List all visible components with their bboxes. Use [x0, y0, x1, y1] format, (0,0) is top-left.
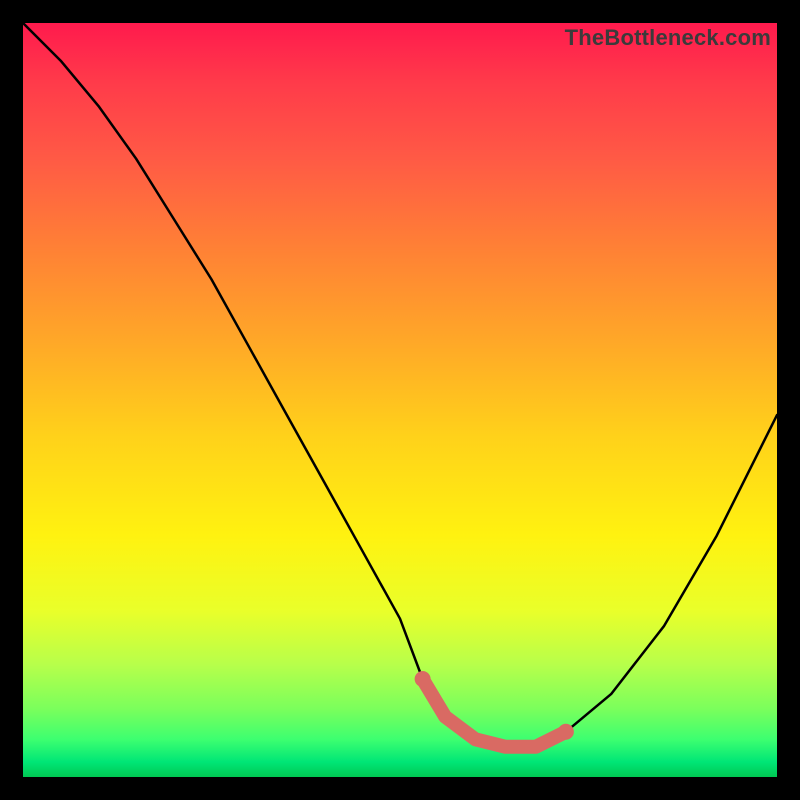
chart-frame: TheBottleneck.com [23, 23, 777, 777]
sweet-spot-start-dot [415, 671, 431, 687]
bottleneck-curve-line [23, 23, 777, 747]
sweet-spot-end-dot [558, 724, 574, 740]
sweet-spot-marker-line [423, 679, 566, 747]
chart-svg [23, 23, 777, 777]
